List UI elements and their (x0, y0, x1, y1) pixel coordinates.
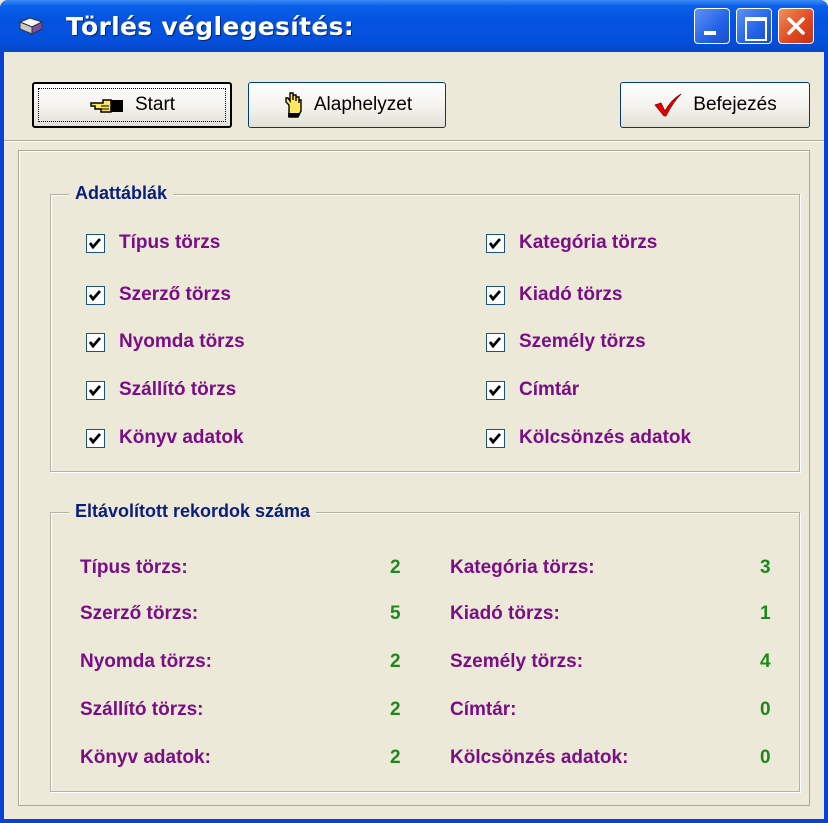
checkbox-szemely-torzs[interactable]: Személy törzs (486, 331, 646, 353)
checkbox-box[interactable] (86, 428, 105, 448)
checkbox-szallito-torzs[interactable]: Szállító törzs (86, 379, 236, 401)
count-value: 4 (760, 651, 771, 672)
count-value: 3 (760, 557, 771, 578)
checkbox-nyomda-torzs[interactable]: Nyomda törzs (86, 331, 245, 353)
check-icon (488, 384, 502, 396)
close-icon (787, 17, 805, 35)
dialog-window: Törlés véglegesítés: Start Alaphelyzet B (0, 0, 828, 823)
checkbox-cimtar[interactable]: Címtár (486, 379, 579, 401)
check-icon (488, 432, 502, 444)
check-icon (488, 336, 502, 348)
start-button[interactable]: Start (32, 82, 232, 128)
check-icon (488, 237, 502, 249)
checkbox-label: Kölcsönzés adatok (519, 427, 692, 448)
count-value: 0 (760, 747, 771, 768)
removed-records-group-title: Eltávolított rekordok száma (69, 501, 317, 522)
reset-button[interactable]: Alaphelyzet (248, 82, 446, 128)
count-label: Kategória törzs: (450, 557, 595, 578)
checkbox-label: Személy törzs (519, 331, 646, 352)
window-title: Törlés véglegesítés: (66, 12, 355, 41)
checkbox-box[interactable] (86, 233, 105, 253)
checkbox-kolcsonzes-adatok[interactable]: Kölcsönzés adatok (486, 427, 691, 449)
checkbox-label: Szerző törzs (119, 284, 231, 305)
checkbox-label: Könyv adatok (119, 427, 244, 448)
check-icon (88, 432, 102, 444)
close-button[interactable] (778, 8, 814, 44)
count-label: Nyomda törzs: (80, 651, 212, 672)
checkbox-label: Címtár (519, 379, 580, 400)
checkbox-label: Típus törzs (119, 232, 221, 253)
count-value: 0 (760, 699, 771, 720)
book-icon (18, 17, 44, 35)
check-icon (88, 336, 102, 348)
count-label: Típus törzs: (80, 557, 188, 578)
checkbox-konyv-adatok[interactable]: Könyv adatok (86, 427, 244, 449)
minimize-button[interactable] (694, 8, 730, 44)
checkbox-label: Szállító törzs (119, 379, 237, 400)
count-value: 2 (390, 699, 401, 720)
checkmark-icon (654, 93, 682, 117)
checkbox-box[interactable] (486, 428, 505, 448)
checkbox-box[interactable] (86, 285, 105, 305)
maximize-button[interactable] (736, 8, 772, 44)
checkbox-box[interactable] (86, 332, 105, 352)
check-icon (88, 384, 102, 396)
count-label: Személy törzs: (450, 651, 584, 672)
checkbox-label: Kategória törzs (519, 232, 658, 253)
count-value: 2 (390, 651, 401, 672)
checkbox-box[interactable] (486, 332, 505, 352)
tables-group-title: Adattáblák (69, 183, 174, 204)
title-bar[interactable]: Törlés véglegesítés: (0, 0, 828, 52)
count-label: Címtár: (450, 699, 517, 720)
finish-button[interactable]: Befejezés (620, 82, 810, 128)
checkbox-box[interactable] (486, 233, 505, 253)
checkbox-box[interactable] (486, 380, 505, 400)
count-label: Kiadó törzs: (450, 603, 560, 624)
check-icon (488, 289, 502, 301)
checkbox-kategoria-torzs[interactable]: Kategória törzs (486, 232, 657, 254)
count-label: Szerző törzs: (80, 603, 199, 624)
count-value: 1 (760, 603, 771, 624)
count-label: Kölcsönzés adatok: (450, 747, 629, 768)
checkbox-tipus-torzs[interactable]: Típus törzs (86, 232, 220, 254)
count-value: 5 (390, 603, 401, 624)
checkbox-kiado-torzs[interactable]: Kiadó törzs (486, 284, 622, 306)
checkbox-label: Nyomda törzs (119, 331, 245, 352)
finish-button-label: Befejezés (693, 94, 777, 115)
check-icon (88, 237, 102, 249)
check-icon (88, 289, 102, 301)
count-label: Szállító törzs: (80, 699, 204, 720)
checkbox-box[interactable] (486, 285, 505, 305)
count-value: 2 (390, 557, 401, 578)
hand-up-icon (285, 92, 302, 118)
count-value: 2 (390, 747, 401, 768)
checkbox-szerzo-torzs[interactable]: Szerző törzs (86, 284, 231, 306)
count-label: Könyv adatok: (80, 747, 211, 768)
focus-rectangle (38, 88, 226, 122)
toolbar-separator (4, 140, 824, 142)
reset-button-label: Alaphelyzet (313, 94, 413, 115)
checkbox-label: Kiadó törzs (519, 284, 623, 305)
checkbox-box[interactable] (86, 380, 105, 400)
